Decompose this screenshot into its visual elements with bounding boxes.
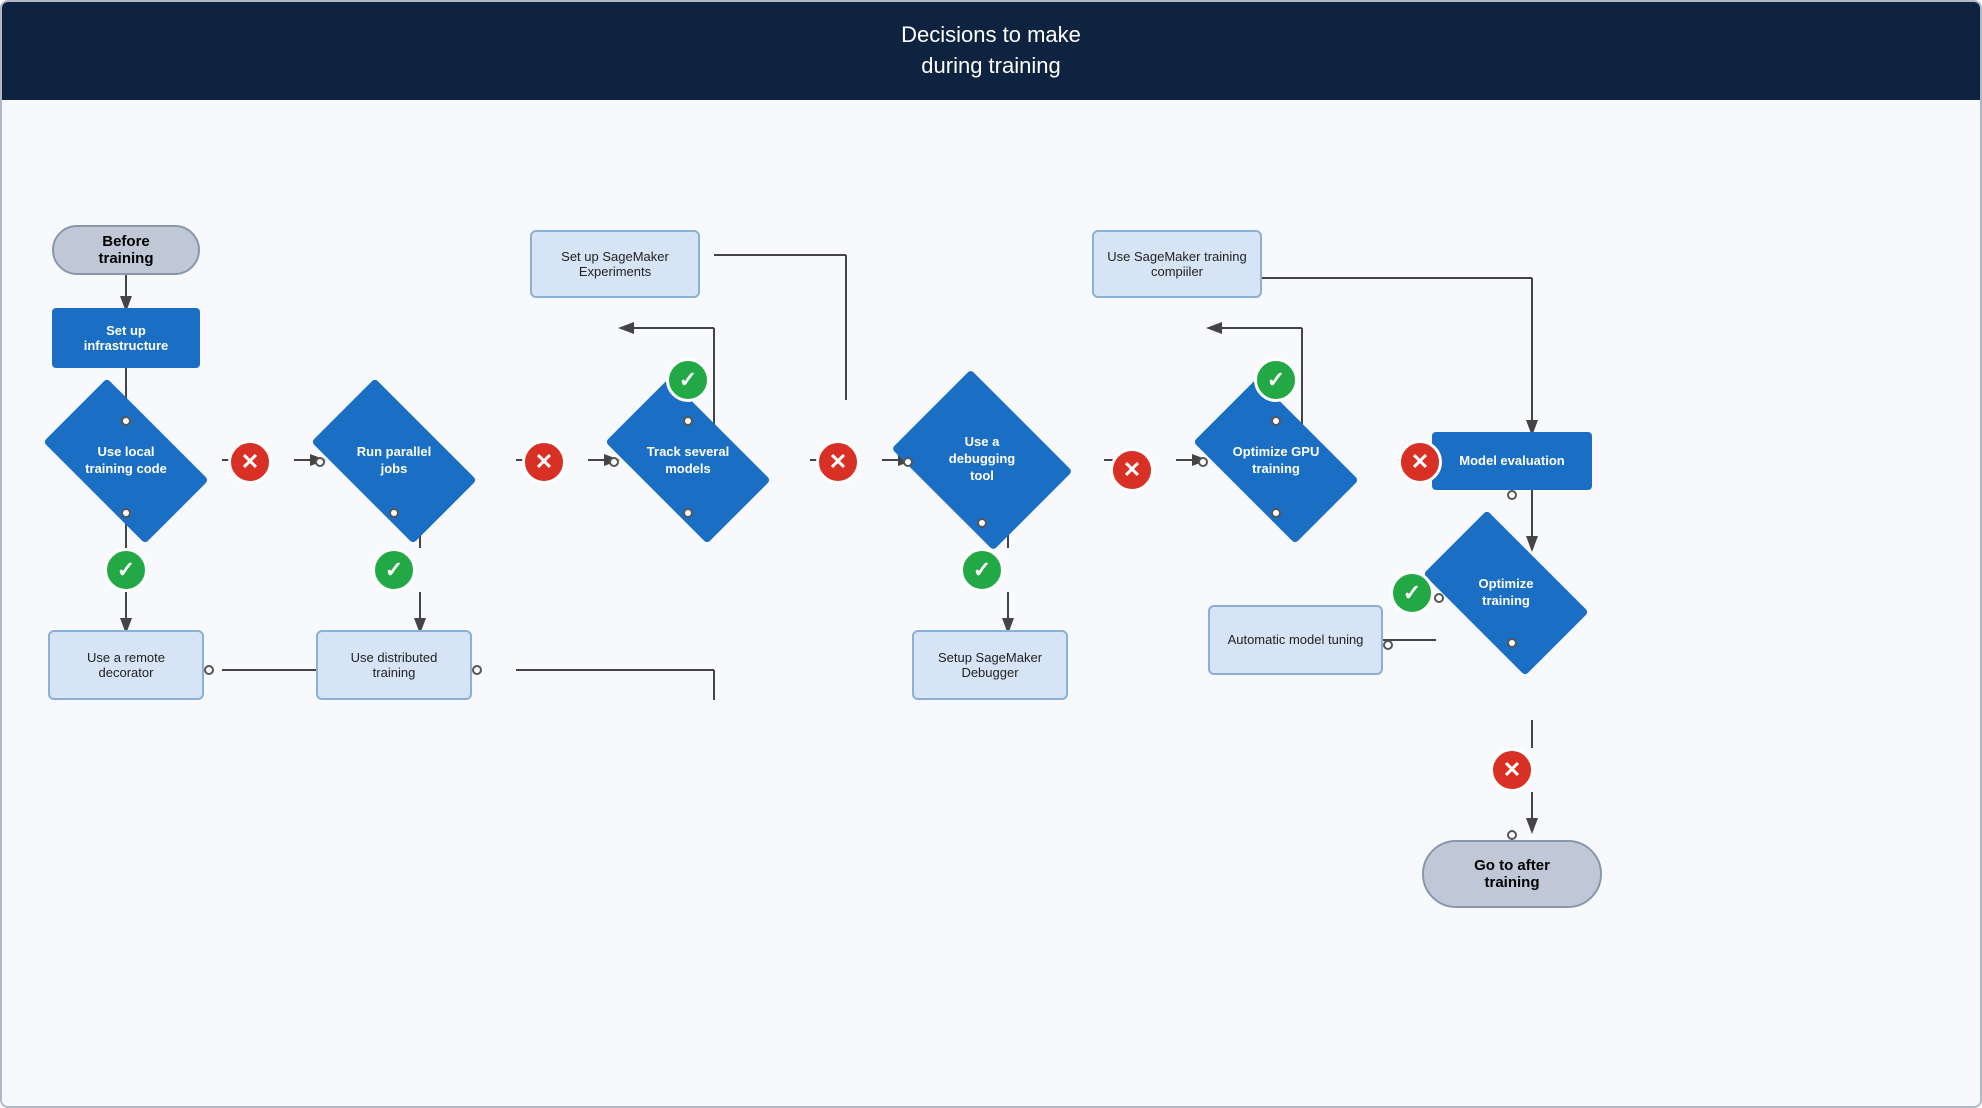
conn-dot-10 (903, 457, 913, 467)
run-parallel-jobs-diamond: Run parallel jobs (322, 416, 466, 506)
set-up-infra-label: Set up infrastructure (64, 323, 188, 353)
automatic-model-tuning-node: Automatic model tuning (1208, 605, 1383, 675)
header-line1: Decisions to make (901, 22, 1081, 47)
green-check-optimize: ✓ (1390, 571, 1434, 615)
conn-dot-15 (1507, 490, 1517, 500)
conn-dot-19 (1507, 830, 1517, 840)
red-x-debugging: ✕ (1110, 448, 1154, 492)
connectors-svg (2, 100, 1980, 1106)
conn-dot-6 (472, 665, 482, 675)
conn-dot-8 (683, 508, 693, 518)
red-x-parallel: ✕ (522, 440, 566, 484)
conn-dot-5 (389, 508, 399, 518)
use-debugging-label: Use a debugging tool (949, 434, 1015, 485)
go-to-after-label: Go to after training (1446, 857, 1578, 891)
green-check-parallel: ✓ (372, 548, 416, 592)
conn-dot-7 (609, 457, 619, 467)
use-remote-decorator-node: Use a remote decorator (48, 630, 204, 700)
model-evaluation-node: Model evaluation (1432, 432, 1592, 490)
conn-dot-9 (683, 416, 693, 426)
sagemaker-debugger-label: Setup SageMaker Debugger (924, 650, 1056, 680)
sagemaker-debugger-node: Setup SageMaker Debugger (912, 630, 1068, 700)
use-distributed-training-node: Use distributed training (316, 630, 472, 700)
optimize-gpu-training-diamond: Optimize GPU training (1204, 416, 1348, 506)
before-training-label: Before training (76, 233, 176, 267)
diagram-area: Before training Set up infrastructure Us… (2, 100, 1980, 1106)
track-several-models-diamond: Track several models (616, 416, 760, 506)
set-up-infra-node: Set up infrastructure (52, 308, 200, 368)
use-distributed-label: Use distributed training (328, 650, 460, 680)
go-to-after-training-node: Go to after training (1422, 840, 1602, 908)
conn-dot-13 (1271, 508, 1281, 518)
conn-dot-4 (315, 457, 325, 467)
diagram-header: Decisions to make during training (2, 2, 1980, 100)
red-x-optimize: ✕ (1490, 748, 1534, 792)
red-x-track: ✕ (816, 440, 860, 484)
sagemaker-compiler-node: Use SageMaker training compiiler (1092, 230, 1262, 298)
sagemaker-compiler-label: Use SageMaker training compiiler (1104, 249, 1250, 279)
optimize-training-label: Optimize training (1479, 576, 1534, 610)
model-evaluation-label: Model evaluation (1459, 453, 1564, 468)
use-debugging-tool-diamond: Use a debugging tool (910, 404, 1054, 516)
optimize-training-diamond: Optimize training (1434, 548, 1578, 638)
conn-dot-2 (121, 508, 131, 518)
green-check-debugging: ✓ (960, 548, 1004, 592)
header-line2: during training (921, 53, 1060, 78)
conn-dot-16 (1434, 593, 1444, 603)
conn-dot-17 (1383, 640, 1393, 650)
conn-dot-12 (1198, 457, 1208, 467)
conn-dot-11 (977, 518, 987, 528)
sagemaker-experiments-node: Set up SageMaker Experiments (530, 230, 700, 298)
green-check-track: ✓ (666, 358, 710, 402)
use-local-label: Use local training code (85, 444, 167, 478)
before-training-node: Before training (52, 225, 200, 275)
conn-dot-14 (1271, 416, 1281, 426)
conn-dot-18 (1507, 638, 1517, 648)
run-parallel-label: Run parallel jobs (357, 444, 431, 478)
track-several-label: Track several models (647, 444, 729, 478)
page-container: Decisions to make during training (0, 0, 1982, 1108)
use-remote-decorator-label: Use a remote decorator (60, 650, 192, 680)
green-check-gpu: ✓ (1254, 358, 1298, 402)
red-x-local: ✕ (228, 440, 272, 484)
use-local-training-diamond: Use local training code (54, 416, 198, 506)
optimize-gpu-label: Optimize GPU training (1233, 444, 1320, 478)
conn-dot-1 (121, 416, 131, 426)
automatic-tuning-label: Automatic model tuning (1228, 632, 1364, 647)
red-x-gpu: ✕ (1398, 440, 1442, 484)
conn-dot-3 (204, 665, 214, 675)
green-check-local: ✓ (104, 548, 148, 592)
sagemaker-experiments-label: Set up SageMaker Experiments (542, 249, 688, 279)
